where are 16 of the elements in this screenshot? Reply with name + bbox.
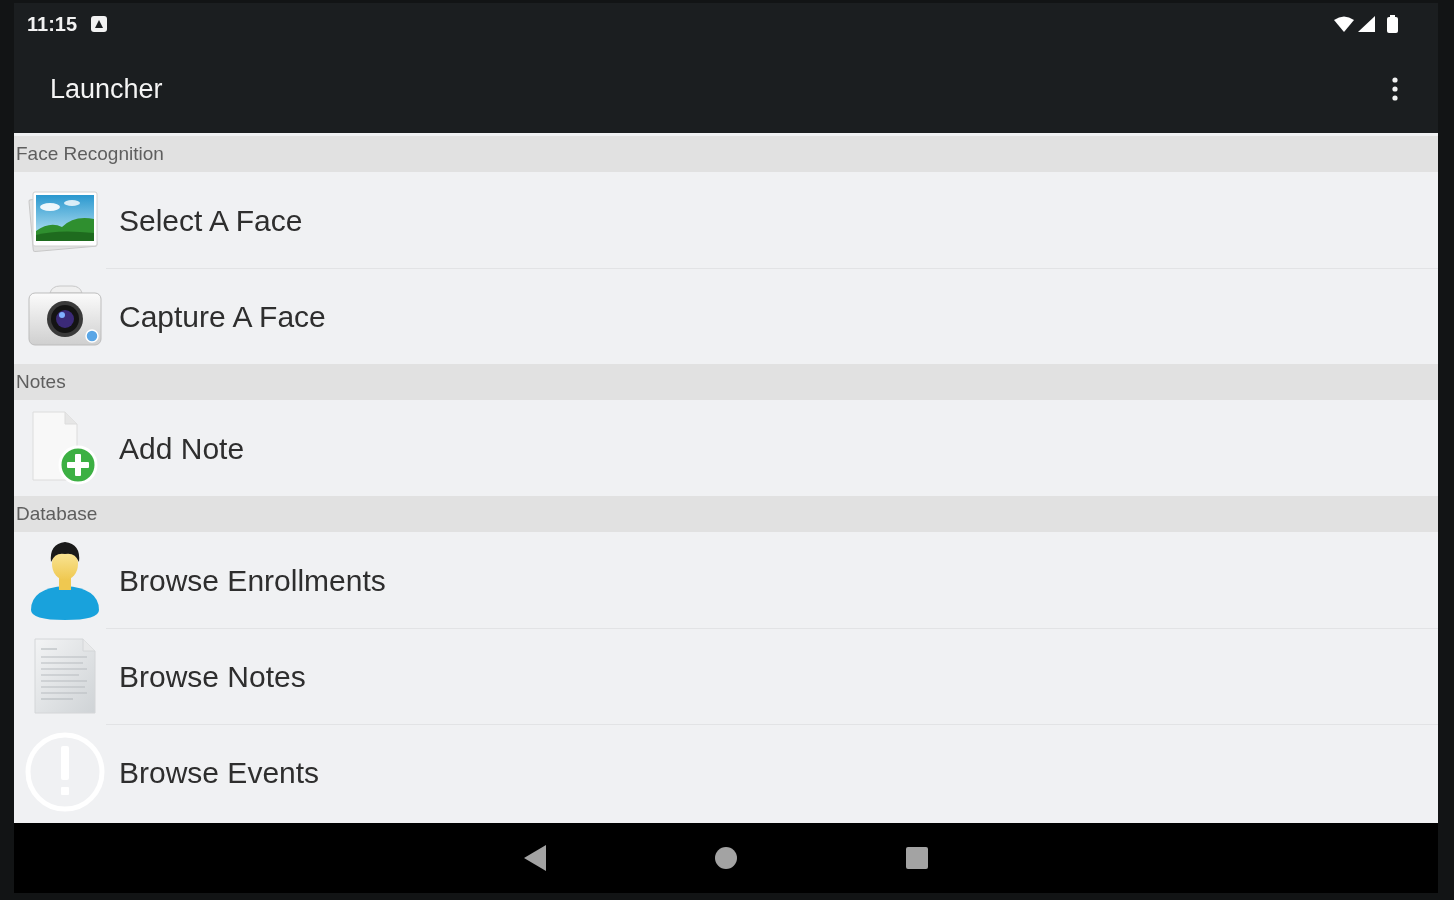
section-header: Database <box>14 496 1438 532</box>
camera-icon <box>28 285 102 347</box>
battery-icon <box>1387 15 1398 33</box>
section-header: Face Recognition <box>14 136 1438 172</box>
overflow-menu-button[interactable] <box>1390 75 1400 103</box>
status-time: 11:15 <box>27 12 78 37</box>
person-icon <box>29 540 101 620</box>
app-title: Launcher <box>50 72 163 106</box>
home-icon[interactable] <box>715 847 737 869</box>
add-document-icon <box>31 410 99 486</box>
wifi-icon <box>1334 16 1354 32</box>
document-icon <box>33 637 97 715</box>
section-header: Notes <box>14 364 1438 400</box>
signal-icon <box>1358 16 1375 32</box>
back-icon[interactable] <box>524 845 546 871</box>
notification-icon <box>91 16 108 32</box>
